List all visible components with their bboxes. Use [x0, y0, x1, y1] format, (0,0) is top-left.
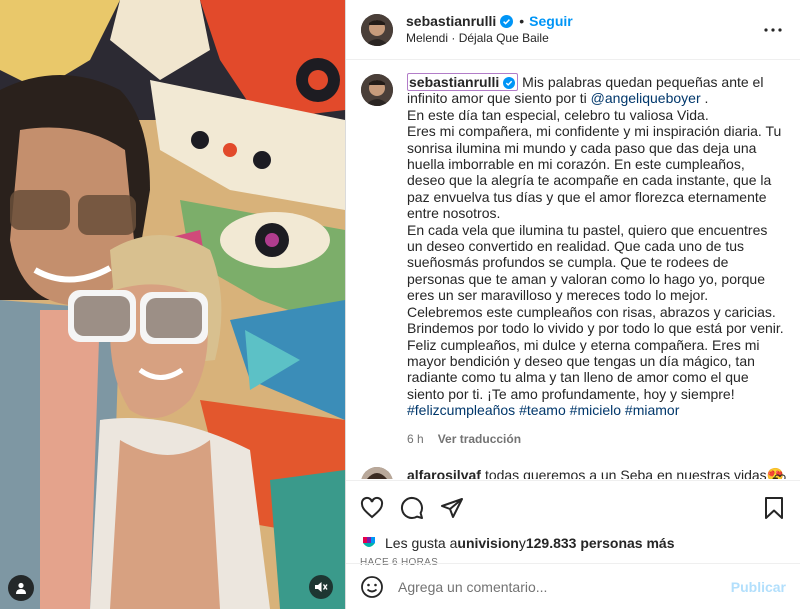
likes-count[interactable]: 129.833 personas más [526, 535, 675, 551]
follow-button[interactable]: Seguir [529, 13, 573, 30]
commenter-username[interactable]: alfarosilvaf [407, 467, 481, 479]
caption-hashtags: #felizcumpleaños #teamo #micielo #miamor [407, 402, 786, 418]
post-side-panel: sebastianrulli • Seguir Melendi · Déjala… [345, 0, 800, 609]
action-icons-row [360, 489, 786, 527]
hashtag-link[interactable]: #felizcumpleaños [407, 402, 515, 418]
comment-composer: Publicar [346, 563, 800, 609]
like-button[interactable] [360, 496, 384, 520]
caption-paragraph: Eres mi compañera, mi confidente y mi in… [407, 123, 782, 222]
author-avatar-image [361, 13, 393, 46]
univision-logo-icon [360, 534, 378, 552]
likes-first-user[interactable]: univision [457, 535, 518, 551]
mute-audio-button[interactable] [309, 575, 333, 599]
tagged-users-button[interactable] [8, 575, 34, 601]
share-button[interactable] [440, 496, 464, 520]
hashtag-link[interactable]: #teamo [519, 402, 566, 418]
caption-text-2: . [700, 90, 709, 107]
publish-button[interactable]: Publicar [731, 579, 786, 595]
smiley-icon [361, 575, 383, 598]
caption-verified-badge-icon [503, 77, 516, 90]
header-user-row: sebastianrulli • Seguir [406, 13, 753, 30]
commenter-avatar[interactable] [361, 466, 393, 479]
paper-plane-icon [441, 498, 463, 518]
caption-paragraph: Celebremos este cumpleaños con risas, ab… [407, 303, 784, 337]
likes-summary[interactable]: Les gusta a univision y 129.833 personas… [360, 533, 786, 553]
emoji-picker-button[interactable] [360, 575, 384, 599]
commenter-avatar-image [361, 466, 393, 479]
bookmark-icon [765, 497, 783, 519]
caption-author-avatar[interactable] [361, 74, 393, 106]
likes-middle: y [518, 535, 526, 551]
caption-first-paragraph: sebastianrulli Mis palabras quedan peque… [407, 73, 786, 107]
comments-scroll-area[interactable]: sebastianrulli Mis palabras quedan peque… [346, 61, 800, 479]
caption: sebastianrulli Mis palabras quedan peque… [361, 73, 786, 447]
caption-paragraph: En este día tan especial, celebro tu val… [407, 106, 709, 123]
user-icon [16, 582, 26, 594]
caption-username-text: sebastianrulli [409, 74, 500, 90]
heart-icon [360, 496, 384, 519]
caption-time[interactable]: 6 h [407, 431, 424, 447]
comment-like-button[interactable] [774, 473, 786, 479]
caption-mention-link[interactable]: @angeliqueboyer [591, 90, 701, 106]
comment-text: todas queremos a un Seba en nuestras vid… [484, 466, 785, 479]
hashtag-link[interactable]: #micielo [570, 402, 621, 418]
caption-paragraph: En cada vela que ilumina tu pastel, quie… [407, 221, 768, 304]
author-username[interactable]: sebastianrulli [406, 13, 496, 30]
separator-dot: • [519, 12, 525, 29]
comment-bubble-icon [400, 496, 423, 519]
more-options-button[interactable] [761, 18, 785, 42]
caption-body: sebastianrulli Mis palabras quedan peque… [407, 73, 786, 447]
likes-prefix: Les gusta a [385, 535, 458, 551]
caption-meta: 6 h Ver traducción [407, 431, 786, 447]
see-translation-button[interactable]: Ver traducción [438, 431, 521, 447]
audio-info[interactable]: Melendi · Déjala Que Baile [406, 30, 753, 47]
caption-paragraph: Feliz cumpleaños, mi dulce y eterna comp… [407, 336, 760, 402]
author-avatar[interactable] [361, 13, 393, 46]
caption-username[interactable]: sebastianrulli [407, 73, 519, 91]
heart-outline-icon [774, 474, 786, 479]
instagram-post-modal: sebastianrulli • Seguir Melendi · Déjala… [0, 0, 800, 609]
save-button[interactable] [762, 496, 786, 520]
header-text: sebastianrulli • Seguir Melendi · Déjala… [406, 13, 753, 47]
post-header: sebastianrulli • Seguir Melendi · Déjala… [346, 0, 800, 60]
comment-item: alfarosilvaf todas queremos a un Seba en … [361, 466, 786, 479]
verified-badge-icon [500, 14, 514, 28]
comment-body: alfarosilvaf todas queremos a un Seba en … [407, 467, 786, 479]
speaker-muted-icon [315, 582, 328, 592]
post-photo [0, 0, 345, 609]
audio-title: Déjala Que Baile [458, 30, 549, 45]
more-dots-icon [764, 27, 782, 32]
audio-artist: Melendi [406, 30, 449, 45]
post-media[interactable] [0, 0, 345, 609]
post-actions: Les gusta a univision y 129.833 personas… [346, 480, 800, 568]
caption-avatar-image [361, 74, 393, 106]
audio-separator: · [451, 30, 456, 45]
comment-button[interactable] [400, 496, 424, 520]
comment-input[interactable] [398, 578, 731, 595]
hashtag-link[interactable]: #miamor [625, 402, 679, 418]
